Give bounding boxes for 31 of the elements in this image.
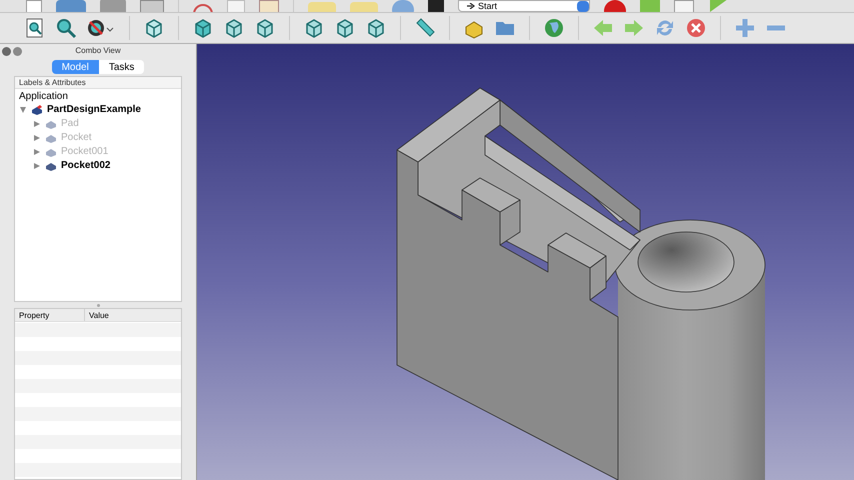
expand-arrow-icon[interactable]: [34, 135, 40, 141]
back-arrow-icon[interactable]: [592, 17, 614, 39]
feature-icon: [45, 160, 57, 172]
stop-icon[interactable]: [685, 17, 707, 39]
float-icon[interactable]: [13, 46, 22, 56]
globe-icon[interactable]: [543, 17, 565, 39]
arrow-icon: [467, 3, 475, 9]
expand-arrow-icon[interactable]: [34, 149, 40, 155]
panel-tab[interactable]: Tasks: [98, 60, 144, 74]
body-icon: [31, 104, 43, 116]
tree-item[interactable]: Pocket002: [61, 159, 110, 173]
draw-style-icon[interactable]: [86, 17, 116, 39]
feature-icon: [45, 146, 57, 158]
ruler-icon[interactable]: [414, 17, 436, 39]
column-header: Property: [15, 309, 85, 321]
feature-icon: [45, 132, 57, 144]
splitter-handle-icon[interactable]: [96, 304, 100, 306]
expand-arrow-icon[interactable]: [20, 107, 26, 113]
forward-arrow-icon[interactable]: [623, 17, 645, 39]
workbench-dropdown[interactable]: Start: [458, 0, 590, 12]
expand-arrow-icon[interactable]: [34, 121, 40, 127]
tree-root-label: Application: [18, 90, 69, 103]
panel-title: Combo View: [74, 45, 122, 57]
column-header: Value: [88, 310, 110, 321]
expand-arrow-icon[interactable]: [34, 163, 40, 169]
plus-icon[interactable]: [734, 17, 756, 39]
zoom-icon[interactable]: [55, 17, 77, 39]
close-icon[interactable]: [2, 46, 11, 56]
feature-icon: [45, 118, 57, 130]
tree-item[interactable]: PartDesignExample: [47, 103, 141, 117]
column-header: Labels & Attributes: [19, 76, 86, 88]
